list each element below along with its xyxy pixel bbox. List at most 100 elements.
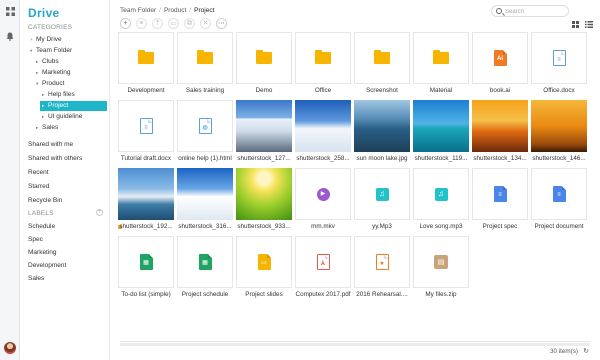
file-thumbnail[interactable]: ≡ [472, 168, 528, 220]
image-thumbnail[interactable] [472, 100, 528, 152]
file-thumbnail[interactable]: ▦ [118, 236, 174, 288]
image-thumbnail[interactable] [295, 100, 351, 152]
link-icon[interactable]: ⚭ [136, 18, 147, 29]
file-thumbnail[interactable]: ⅄ [295, 236, 351, 288]
tree-item-project[interactable]: ▸ Project [40, 101, 107, 111]
notification-bell-icon[interactable] [5, 31, 15, 41]
delete-icon[interactable]: ✕ [200, 18, 211, 29]
folder-icon [374, 50, 390, 64]
breadcrumb-project: Project [194, 7, 215, 14]
sidebar-item-recycle-bin[interactable]: Recycle Bin [28, 196, 62, 206]
word-doc-icon: ≡ [139, 118, 153, 134]
file-thumbnail[interactable]: ♫ [413, 168, 469, 220]
image-thumbnail[interactable] [118, 168, 174, 220]
file-thumbnail[interactable]: Ai [472, 32, 528, 84]
file-type-glyph: ⅄ [320, 261, 326, 267]
file-type-glyph: Ai [497, 56, 503, 62]
categories-title: CATEGORIES [28, 24, 73, 31]
file-thumbnail[interactable]: ≡ [531, 168, 587, 220]
file-thumbnail[interactable]: ▭ [236, 236, 292, 288]
folder-icon [433, 50, 449, 64]
file-name: online help (1).html [178, 155, 232, 162]
image-thumbnail[interactable] [531, 100, 587, 152]
slides-icon: ▭ [257, 254, 271, 270]
sidebar-item-shared-with-others[interactable]: Shared with others [28, 154, 82, 164]
label-name: Spec [28, 236, 43, 243]
file-name: shutterstock_134... [473, 155, 527, 162]
tree-item-label: Help files [48, 91, 75, 98]
file-thumbnail[interactable] [295, 32, 351, 84]
file-thumbnail[interactable]: ▦ [177, 236, 233, 288]
app-logo: Drive [28, 6, 60, 20]
apps-grid-icon[interactable] [5, 6, 15, 16]
more-icon[interactable]: ⋯ [216, 18, 227, 29]
file-thumbnail[interactable]: ▶ [295, 168, 351, 220]
image-thumbnail[interactable] [354, 100, 410, 152]
search-input[interactable] [505, 7, 565, 16]
file-name: Project document [534, 223, 584, 230]
file-thumbnail[interactable]: ♫ [354, 168, 410, 220]
tree-item-sales[interactable]: ▸ Sales [34, 123, 107, 133]
file-thumbnail[interactable]: ≡ [531, 32, 587, 84]
folder-icon [138, 50, 154, 64]
file-thumbnail[interactable] [236, 32, 292, 84]
image-thumbnail[interactable] [236, 168, 292, 220]
grid-view-icon[interactable] [571, 20, 580, 29]
file-name: Project schedule [181, 291, 229, 298]
tree-item-team-folder[interactable]: ▾ Team Folder [28, 46, 107, 56]
horizontal-scrollbar[interactable] [120, 343, 590, 346]
file-thumbnail[interactable] [177, 32, 233, 84]
tree-item-help-files[interactable]: ▸ Help files [40, 90, 107, 100]
tree-item-my-drive[interactable]: + My Drive [28, 35, 107, 45]
search-box[interactable] [491, 5, 569, 17]
label-item-development[interactable]: Development [28, 261, 122, 271]
label-name: Sales [28, 275, 45, 282]
breadcrumb-product[interactable]: Product [164, 7, 186, 14]
tree-item-label: UI guideline [48, 113, 83, 120]
breadcrumb: Team Folder / Product / Project [120, 7, 214, 14]
label-item-sales[interactable]: Sales [28, 274, 122, 284]
sidebar-item-starred[interactable]: Starred [28, 182, 49, 192]
tree-item-product[interactable]: ▾ Product [34, 79, 107, 89]
google-doc-icon: ≡ [493, 186, 507, 202]
upload-icon[interactable]: ⇡ [152, 18, 163, 29]
file-name: Project slides [245, 291, 283, 298]
image-thumbnail[interactable] [236, 100, 292, 152]
copy-icon[interactable]: ⧉ [184, 18, 195, 29]
tree-item-ui-guideline[interactable]: ▸ UI guideline [40, 112, 107, 122]
file-name: Project spec [482, 223, 518, 230]
refresh-icon[interactable]: ↻ [583, 347, 589, 355]
image-thumbnail[interactable] [177, 168, 233, 220]
sidebar: Drive CATEGORIES + My Drive ▾ Team Folder ▸ C… [20, 0, 122, 360]
user-avatar[interactable] [4, 342, 16, 354]
add-icon[interactable]: + [120, 18, 131, 29]
sidebar-item-recent[interactable]: Recent [28, 168, 49, 178]
breadcrumb-team-folder[interactable]: Team Folder [120, 7, 156, 14]
image-thumbnail[interactable] [413, 100, 469, 152]
file-name: Development [127, 87, 165, 94]
file-thumbnail[interactable] [354, 32, 410, 84]
list-view-icon[interactable] [584, 20, 593, 29]
file-name: To-do list (simple) [121, 291, 171, 298]
file-thumbnail[interactable] [413, 32, 469, 84]
item-count: 30 item(s) [550, 348, 578, 355]
folder-new-icon[interactable]: ▭ [168, 18, 179, 29]
file-type-glyph: ▦ [143, 260, 149, 266]
label-item-spec[interactable]: Spec [28, 235, 122, 245]
add-label-icon[interactable]: + [96, 209, 103, 216]
file-thumbnail[interactable]: ★ [354, 236, 410, 288]
tree-item-clubs[interactable]: ▸ Clubs [34, 57, 107, 67]
tree-item-marketing[interactable]: ▸ Marketing [34, 68, 107, 78]
file-name: shutterstock_933... [237, 223, 291, 230]
file-thumbnail[interactable]: ≡ [118, 100, 174, 152]
app-icon-bar [0, 0, 20, 360]
file-thumbnail[interactable] [118, 32, 174, 84]
file-name: mm.mkv [311, 223, 335, 230]
label-item-schedule[interactable]: Schedule [28, 222, 122, 232]
sidebar-item-shared-with-me[interactable]: Shared with me [28, 140, 73, 150]
label-item-marketing[interactable]: Marketing [28, 248, 122, 258]
file-name: Office [314, 87, 332, 94]
file-thumbnail[interactable]: ◍ [177, 100, 233, 152]
file-name: book.ai [489, 87, 511, 94]
file-thumbnail[interactable]: ▤ [413, 236, 469, 288]
